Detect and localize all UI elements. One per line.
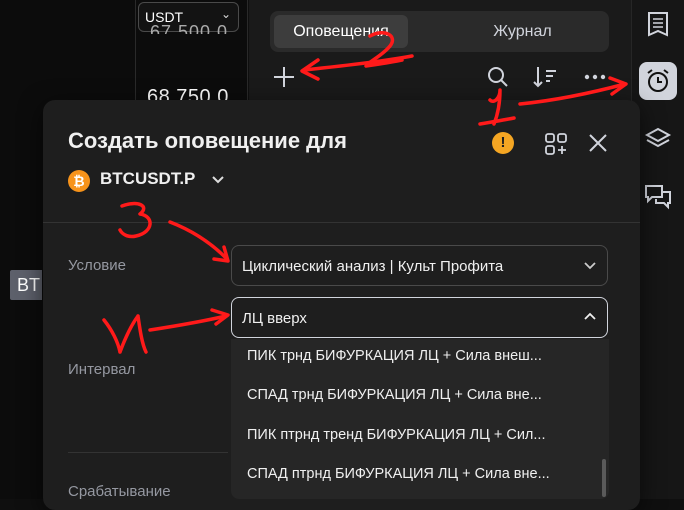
warning-icon[interactable]: ! — [492, 132, 514, 154]
condition2-dropdown: ПИК трнд БИФУРКАЦИЯ ЛЦ + Сила внеш... СП… — [231, 339, 609, 499]
dialog-title: Создать оповещение для — [68, 128, 347, 153]
more-button[interactable] — [581, 64, 609, 92]
tab-journal[interactable]: Журнал — [450, 15, 595, 48]
condition-select[interactable]: Циклический анализ | Культ Профита — [231, 245, 608, 286]
search-button[interactable] — [484, 64, 512, 92]
add-alert-button[interactable] — [270, 64, 298, 92]
chevron-down-icon — [583, 258, 597, 276]
dropdown-option[interactable]: СПАД трнд БИФУРКАЦИЯ ЛЦ + Сила вне... — [247, 387, 542, 403]
more-icon — [584, 74, 606, 80]
price-label-partial: 67 500,0 — [150, 22, 229, 34]
condition-value: Циклический анализ | Культ Профита — [242, 258, 504, 275]
grid-plus-icon — [545, 133, 567, 155]
alarm-clock-icon — [647, 69, 669, 92]
plus-icon — [274, 67, 294, 87]
interval-label: Интервал — [68, 361, 136, 378]
alerts-tabs: Оповещения Журнал — [270, 11, 609, 52]
condition2-select[interactable]: ЛЦ вверх — [231, 297, 608, 338]
bitcoin-icon: ₿ — [68, 170, 90, 192]
symbol-selector[interactable]: BTCUSDT.P — [100, 169, 195, 189]
dropdown-scrollbar[interactable] — [602, 459, 606, 497]
watchlist-button[interactable] — [639, 6, 677, 44]
chat-icon — [645, 185, 671, 210]
close-icon — [589, 134, 607, 152]
chevron-down-icon[interactable] — [210, 168, 226, 195]
dropdown-option[interactable]: СПАД птрнд БИФУРКАЦИЯ ЛЦ + Сила вне... — [247, 466, 550, 482]
sort-icon — [533, 67, 556, 88]
tab-alerts[interactable]: Оповещения — [274, 15, 408, 48]
sort-button[interactable] — [531, 64, 559, 92]
dropdown-option[interactable]: ПИК птрнд тренд БИФУРКАЦИЯ ЛЦ + Сил... — [247, 427, 545, 443]
divider — [43, 222, 640, 223]
trigger-label: Срабатывание — [68, 483, 171, 500]
dropdown-option[interactable]: ПИК трнд БИФУРКАЦИЯ ЛЦ + Сила внеш... — [247, 348, 542, 364]
search-icon — [488, 67, 508, 87]
list-icon — [648, 12, 668, 37]
chat-button[interactable] — [639, 178, 677, 216]
add-widget-button[interactable] — [544, 132, 568, 161]
alerts-button[interactable] — [639, 62, 677, 100]
condition-label: Условие — [68, 257, 126, 274]
layers-icon — [644, 127, 672, 148]
condition2-value: ЛЦ вверх — [242, 310, 307, 327]
divider — [68, 452, 228, 453]
symbol-tag: BT — [10, 270, 42, 300]
chevron-down-icon: ⌄ — [220, 7, 231, 21]
layers-button[interactable] — [639, 120, 677, 158]
chevron-up-icon — [583, 310, 597, 328]
close-button[interactable] — [587, 132, 609, 159]
